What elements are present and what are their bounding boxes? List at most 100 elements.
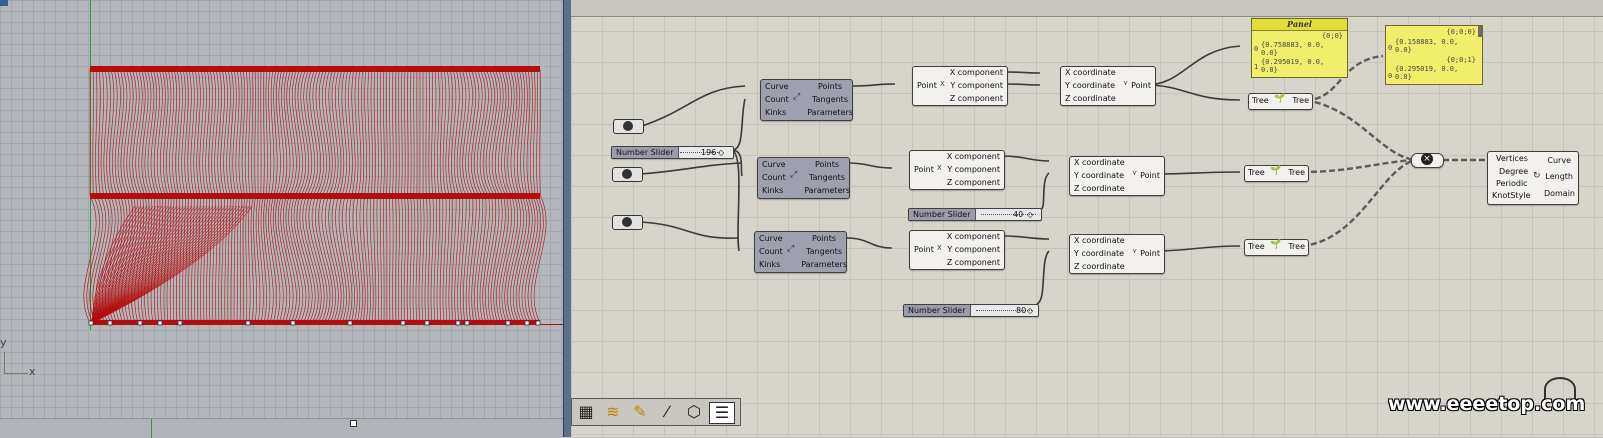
curve-param-2[interactable]	[612, 167, 643, 182]
panel-row-index: 0	[1388, 72, 1393, 80]
panel-row-value: {0.758883, 0.0,	[1261, 41, 1325, 49]
panel-path: {0;0;0}	[1446, 28, 1476, 36]
deconstruct-point-1[interactable]: Point X X component Y component Z compon…	[912, 66, 1008, 106]
curve-param-1[interactable]	[613, 119, 644, 134]
output-point: Point	[1140, 249, 1160, 258]
input-z: Z coordinate	[1074, 184, 1125, 193]
wire-y1	[1005, 83, 1041, 86]
input-point: Point	[914, 245, 934, 254]
input-vertices: Vertices	[1496, 154, 1528, 163]
slider-grip[interactable]: ◇	[1027, 210, 1033, 219]
panel-path: {0;0;1}	[1446, 56, 1476, 64]
wire-flip1-merge	[1305, 98, 1416, 162]
number-slider-1[interactable]: Number Slider 196 ◇	[611, 146, 734, 159]
wire-point3-flip3	[1154, 245, 1241, 252]
output-z: Z component	[949, 94, 1003, 103]
wire-point2-flip2	[1154, 171, 1241, 175]
input-y: Y coordinate	[1065, 81, 1116, 90]
slider-name: Number Slider	[612, 147, 679, 158]
divide-curve-1[interactable]: Curve Count Kinks ⤢ Points Tangents Para…	[760, 79, 853, 121]
wire-flip2-merge	[1301, 158, 1416, 174]
input-x: X coordinate	[1065, 68, 1116, 77]
panel-row-value: {0.295019, 0.0,	[1395, 65, 1459, 73]
input-y: Y coordinate	[1074, 249, 1125, 258]
panel-scrollbar[interactable]	[1478, 26, 1482, 37]
wire-x3	[1002, 235, 1050, 240]
divide-curve-3[interactable]: Curve Count Kinks ⤢ Points Tangents Para…	[754, 231, 847, 273]
input-y: Y coordinate	[1074, 171, 1125, 180]
interpolate-curve[interactable]: Vertices Degree Periodic KnotStyle ↻ Cur…	[1487, 151, 1579, 205]
grid-icon[interactable]: ▦	[574, 402, 598, 422]
divide-curve-2[interactable]: Curve Count Kinks ⤢ Points Tangents Para…	[757, 157, 850, 199]
wire-point1-panel	[1144, 45, 1241, 86]
xyz-point-icon: ⋎	[1123, 79, 1129, 87]
output-tree: Tree	[1288, 168, 1305, 177]
input-count: Count	[765, 95, 789, 104]
panel-row-index: 0	[1388, 44, 1393, 52]
input-degree: Degree	[1499, 167, 1529, 176]
output-z: Z component	[946, 258, 1000, 267]
input-point: Point	[914, 165, 934, 174]
panel-row-value: 0.0}	[1261, 66, 1278, 74]
input-count: Count	[762, 173, 786, 182]
input-z: Z coordinate	[1074, 262, 1125, 271]
construct-point-1[interactable]: X coordinate Y coordinate Z coordinate ⋎…	[1060, 66, 1156, 106]
output-length: Length	[1545, 172, 1573, 181]
input-kinks: Kinks	[759, 260, 781, 269]
wire-layer	[640, 45, 1487, 305]
output-point: Point	[1131, 81, 1151, 90]
panel-title: Panel	[1252, 19, 1347, 31]
output-x: X component	[946, 152, 1000, 161]
flip-matrix-1[interactable]: Tree 🌱 Tree	[1248, 93, 1313, 110]
construct-point-2[interactable]: X coordinate Y coordinate Z coordinate ⋎…	[1069, 156, 1165, 196]
output-tree: Tree	[1292, 96, 1309, 105]
number-slider-3[interactable]: Number Slider 80 ◇	[903, 304, 1039, 317]
canvas-toolbar: ▦ ≋ ✎ ⁄ ⬡ ☰	[571, 398, 741, 426]
slider-value: 40	[1013, 210, 1024, 219]
panel-row-value: 0.0}	[1395, 73, 1412, 81]
deconstruct-point-3[interactable]: Point X X component Y component Z compon…	[909, 230, 1005, 270]
flip-matrix-3[interactable]: Tree 🌱 Tree	[1244, 239, 1309, 256]
input-x: X coordinate	[1074, 158, 1125, 167]
slider-grip[interactable]: ◇	[1027, 306, 1033, 315]
number-slider-2[interactable]: Number Slider 40 ◇	[908, 208, 1042, 221]
output-tangents: Tangents	[812, 95, 848, 104]
input-knotstyle: KnotStyle	[1492, 191, 1531, 200]
curve-param-3[interactable]	[612, 215, 643, 230]
panel-row-index: 0	[1254, 45, 1259, 53]
divide-curve-icon: ⤢	[790, 170, 798, 180]
watermark: www.eeeetop.com	[1388, 393, 1586, 415]
wire-points2-deconstruct2	[847, 162, 893, 169]
divide-curve-icon: ⤢	[787, 244, 795, 254]
panel-2[interactable]: {0;0;0} 0 {0.158883, 0.0, 0.0} {0;0;1} 0…	[1385, 25, 1483, 85]
wire-slider3-y3	[1036, 250, 1050, 305]
wire-knob1-curve	[641, 85, 746, 127]
input-tree: Tree	[1248, 242, 1265, 251]
construct-point-3[interactable]: X coordinate Y coordinate Z coordinate ⋎…	[1069, 234, 1165, 274]
interpolate-icon: ↻	[1533, 171, 1541, 181]
slider-grip[interactable]: ◇	[718, 148, 724, 157]
close-icon: ×	[1421, 153, 1433, 165]
xyz-icon: X	[937, 164, 942, 172]
merge-node[interactable]: ×	[1411, 153, 1444, 168]
cube-icon[interactable]: ⬡	[682, 402, 706, 422]
wire-slider2-y2	[1039, 172, 1050, 211]
output-point: Point	[1140, 171, 1160, 180]
panel-row-index: 1	[1254, 63, 1259, 71]
panel-1[interactable]: Panel {0;0} 0 {0.758883, 0.0, 0.0} 1 {0.…	[1251, 18, 1348, 78]
slider-value: 196	[701, 148, 717, 157]
paint-icon[interactable]: ✎	[628, 402, 652, 422]
filter-icon[interactable]: ≋	[601, 402, 625, 422]
deconstruct-point-2[interactable]: Point X X component Y component Z compon…	[909, 150, 1005, 190]
panel-row-value: {0.158883, 0.0,	[1395, 38, 1459, 46]
wire-knob2-curve	[640, 162, 743, 175]
curve-param-icon	[622, 169, 632, 179]
wire-x2	[1002, 155, 1050, 162]
output-points: Points	[811, 234, 836, 243]
wire-knob3-curve	[640, 221, 740, 239]
input-count: Count	[759, 247, 783, 256]
brush-icon[interactable]: ⁄	[655, 402, 679, 422]
list-icon[interactable]: ☰	[709, 402, 735, 424]
wire-slider1-count3	[731, 149, 740, 252]
flip-matrix-2[interactable]: Tree 🌱 Tree	[1244, 165, 1309, 182]
